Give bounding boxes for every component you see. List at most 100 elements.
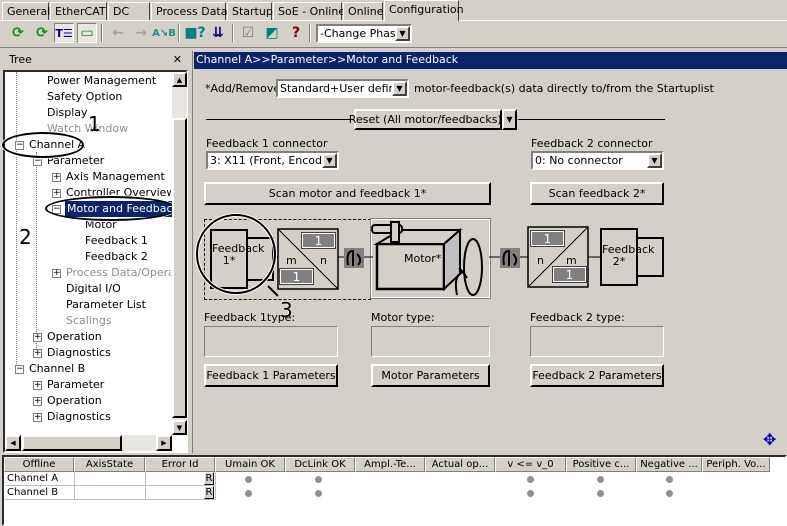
tab-configuration[interactable]: Configuration <box>384 0 464 21</box>
compare-icon[interactable]: A↘B <box>152 23 176 43</box>
column-header[interactable]: Umain OK <box>215 457 285 472</box>
column-header[interactable]: Periph. Vo... <box>702 457 770 472</box>
tree-header: Tree ✕ <box>3 51 188 69</box>
row-name: Channel A <box>5 472 75 486</box>
column-header[interactable]: DcLink OK <box>285 457 355 472</box>
tree-vertical-scrollbar[interactable]: ▲ ▼ <box>172 72 187 435</box>
fb1-connector-dropdown[interactable]: 3: X11 (Front, Encoder, ▼ <box>206 151 339 170</box>
ratio1-top-value[interactable]: 1 <box>301 232 336 249</box>
tree-item-parameter-b[interactable]: Parameter <box>47 377 104 393</box>
tree-item-axis-management[interactable]: Axis Management <box>66 169 165 185</box>
reset-error-button[interactable]: R <box>204 486 214 499</box>
tree-item-scalings[interactable]: Scalings <box>66 313 112 329</box>
feedback2-block[interactable]: Feedback 2* <box>600 228 654 286</box>
tree-item-diagnostics-b[interactable]: Diagnostics <box>47 409 111 425</box>
tree-item-safety-option[interactable]: Safety Option <box>47 89 122 105</box>
expand-icon[interactable]: + <box>33 349 42 358</box>
expand-icon[interactable]: + <box>33 333 42 342</box>
collapse-icon[interactable]: − <box>33 157 42 166</box>
add-remove-dropdown[interactable]: Standard+User defined ▼ <box>276 79 409 98</box>
tab-process-data[interactable]: Process Data <box>151 2 228 20</box>
download-icon[interactable]: ⇊ <box>208 23 228 43</box>
tree-item-feedback-2[interactable]: Feedback 2 <box>85 249 148 265</box>
expand-icon[interactable]: + <box>33 381 42 390</box>
scroll-right-icon[interactable]: ▶ <box>156 435 172 451</box>
callout-number: 1 <box>88 112 101 136</box>
wizard-icon[interactable]: ◩ <box>262 23 282 43</box>
tab-startup[interactable]: Startup <box>227 2 273 20</box>
forward-arrow-icon[interactable]: → <box>131 23 151 43</box>
ratio2-top-value[interactable]: 1 <box>530 230 565 247</box>
callout-number: 2 <box>19 225 32 249</box>
reload-error-icon[interactable]: ⟳ <box>8 23 28 43</box>
tree-view-icon[interactable]: T☰ <box>54 23 74 43</box>
scroll-up-icon[interactable]: ▲ <box>172 72 187 87</box>
tab-dc[interactable]: DC <box>108 2 150 20</box>
tab-ethercat[interactable]: EtherCAT <box>50 2 107 20</box>
fb2-connector-dropdown[interactable]: 0: No connector ▼ <box>531 151 664 170</box>
reset-dropdown-icon[interactable]: ▼ <box>502 109 517 130</box>
ratio1-bottom-value[interactable]: 1 <box>279 268 314 285</box>
umain-led <box>245 490 252 497</box>
expand-icon[interactable]: + <box>33 397 42 406</box>
column-header[interactable]: Error Id <box>145 457 215 472</box>
column-header[interactable]: Positive c... <box>566 457 636 472</box>
scroll-thumb[interactable] <box>172 118 187 418</box>
tab-general[interactable]: General <box>2 2 50 20</box>
fb2-parameters-button[interactable]: Feedback 2 Parameters <box>530 364 664 387</box>
expand-icon[interactable]: + <box>52 173 61 182</box>
expand-icon[interactable]: + <box>52 189 61 198</box>
column-header[interactable]: Actual op... <box>425 457 495 472</box>
tree-item-channel-b[interactable]: Channel B <box>29 361 85 377</box>
list-view-icon[interactable]: ▭ <box>77 23 97 43</box>
column-header[interactable]: AxisState <box>74 457 145 472</box>
tree-item-parameter-list[interactable]: Parameter List <box>66 297 146 313</box>
tree-item-display[interactable]: Display <box>47 105 88 121</box>
change-phase-dropdown[interactable]: -Change Phase- ▼ <box>316 24 412 43</box>
fb1-parameters-button[interactable]: Feedback 1 Parameters <box>204 364 338 387</box>
add-remove-suffix: motor-feedback(s) data directly to/from … <box>414 82 714 95</box>
column-header[interactable]: Negative ... <box>636 457 702 472</box>
tree-item-digital-io[interactable]: Digital I/O <box>66 281 121 297</box>
checklist-icon[interactable]: ☑ <box>238 23 258 43</box>
scroll-left-icon[interactable]: ◀ <box>5 435 21 451</box>
tab-soe-online[interactable]: SoE - Online <box>273 2 345 20</box>
add-remove-value: Standard+User defined <box>280 82 409 95</box>
error-id-cell: R <box>146 472 216 486</box>
tree-item-operation[interactable]: Operation <box>47 329 102 345</box>
reset-button[interactable]: Reset (All motor/feedbacks)* <box>349 109 507 130</box>
ratio1-n: n <box>320 254 327 267</box>
back-arrow-icon[interactable]: ← <box>108 23 128 43</box>
column-header[interactable]: v <= v_0 <box>495 457 566 472</box>
tree-item-process-data[interactable]: Process Data/Operation <box>66 265 171 281</box>
motor-parameters-button[interactable]: Motor Parameters <box>371 364 490 387</box>
ratio2-bottom-value[interactable]: 1 <box>552 266 587 283</box>
help-context-icon[interactable]: ■? <box>184 23 205 43</box>
scroll-down-icon[interactable]: ▼ <box>172 420 187 435</box>
fb2-connector-value: 0: No connector <box>535 154 623 167</box>
expand-icon[interactable]: + <box>52 269 61 278</box>
reset-error-button[interactable]: R <box>204 472 214 485</box>
reload-icon[interactable]: ⟳ <box>32 23 52 43</box>
column-header[interactable]: Ampl.-Te... <box>355 457 425 472</box>
umain-led <box>245 476 252 483</box>
chevron-down-icon: ▼ <box>322 153 337 168</box>
tree-horizontal-scrollbar[interactable]: ◀ ▶ <box>5 435 172 451</box>
tree-item-power-management[interactable]: Power Management <box>47 73 156 89</box>
tree-item-operation-b[interactable]: Operation <box>47 393 102 409</box>
move-icon[interactable]: ✥ <box>763 430 776 449</box>
positive-led <box>597 490 604 497</box>
scan-motor-feedback1-button[interactable]: Scan motor and feedback 1* <box>204 182 491 205</box>
v-zero-led <box>527 476 534 483</box>
tree-item-diagnostics[interactable]: Diagnostics <box>47 345 111 361</box>
collapse-icon[interactable]: − <box>15 365 24 374</box>
help-icon[interactable]: ? <box>286 23 306 43</box>
close-icon[interactable]: ✕ <box>173 53 182 66</box>
scan-feedback2-button[interactable]: Scan feedback 2* <box>530 182 664 205</box>
column-header[interactable]: Offline <box>4 457 74 472</box>
tree-item-feedback-1[interactable]: Feedback 1 <box>85 233 148 249</box>
tab-online[interactable]: Online <box>343 2 383 20</box>
scroll-thumb[interactable] <box>22 435 122 451</box>
motor-type-label: Motor type: <box>371 311 435 324</box>
expand-icon[interactable]: + <box>33 413 42 422</box>
